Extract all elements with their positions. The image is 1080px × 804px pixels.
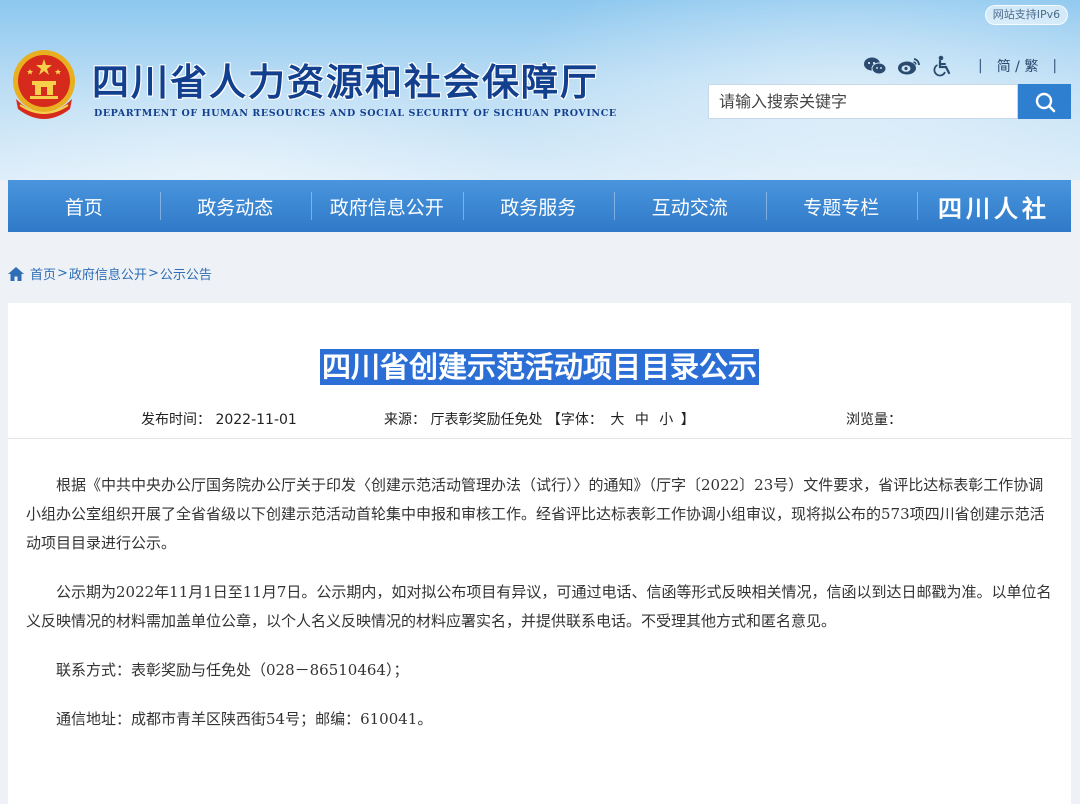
nav-item-services[interactable]: 政务服务 bbox=[462, 180, 615, 232]
search-icon bbox=[1035, 92, 1055, 112]
article-paragraph: 根据《中共中央办公厅国务院办公厅关于印发〈创建示范活动管理办法（试行）〉的通知》… bbox=[26, 476, 1045, 552]
breadcrumb-separator: > bbox=[147, 266, 159, 281]
article-container: 四川省创建示范活动项目目录公示 发布时间： 2022-11-01 来源： 厅表彰… bbox=[8, 303, 1071, 804]
font-size-close: 】 bbox=[680, 412, 695, 428]
language-switch[interactable]: 简 / 繁 bbox=[997, 56, 1039, 76]
main-nav: 首页 政务动态 政府信息公开 政务服务 互动交流 专题专栏 四川人社 bbox=[8, 180, 1071, 232]
source-label: 来源： bbox=[384, 412, 426, 428]
weibo-icon[interactable] bbox=[896, 54, 922, 78]
national-emblem-icon bbox=[13, 50, 75, 119]
publish-date: 发布时间： 2022-11-01 bbox=[141, 409, 297, 429]
nav-logo-sichuan-hrss[interactable]: 四川人社 bbox=[917, 180, 1071, 232]
font-size-medium[interactable]: 中 bbox=[635, 412, 649, 428]
tools-separator: | bbox=[1052, 58, 1058, 74]
home-icon bbox=[8, 266, 24, 281]
nav-item-info-disclosure[interactable]: 政府信息公开 bbox=[311, 180, 463, 232]
view-count-label: 浏览量： bbox=[846, 412, 902, 428]
article-title: 四川省创建示范活动项目目录公示 bbox=[8, 344, 1071, 386]
font-size-large[interactable]: 大 bbox=[610, 412, 624, 428]
nav-item-special-topics[interactable]: 专题专栏 bbox=[765, 180, 918, 232]
site-subtitle: DEPARTMENT OF HUMAN RESOURCES AND SOCIAL… bbox=[94, 108, 617, 119]
header-tools: | 简 / 繁 | bbox=[862, 54, 1071, 78]
nav-item-news[interactable]: 政务动态 bbox=[159, 180, 312, 232]
publish-date-value: 2022-11-01 bbox=[215, 412, 297, 428]
search-box bbox=[708, 84, 1018, 119]
meta-divider bbox=[8, 438, 1071, 439]
breadcrumb-info-disclosure[interactable]: 政府信息公开 bbox=[69, 264, 147, 283]
source-value: 厅表彰奖励任免处 bbox=[430, 412, 543, 428]
nav-item-interaction[interactable]: 互动交流 bbox=[614, 180, 766, 232]
article-paragraph: 通信地址：成都市青羊区陕西街54号；邮编：610041。 bbox=[56, 710, 433, 728]
font-size-small[interactable]: 小 bbox=[659, 412, 673, 428]
view-count: 浏览量： bbox=[846, 409, 902, 429]
search-button[interactable] bbox=[1018, 84, 1071, 119]
article-body: 根据《中共中央办公厅国务院办公厅关于印发〈创建示范活动管理办法（试行）〉的通知》… bbox=[26, 471, 1056, 754]
accessibility-icon[interactable] bbox=[930, 54, 956, 78]
tools-separator: | bbox=[978, 58, 983, 74]
ipv6-badge: 网站支持IPv6 bbox=[985, 5, 1068, 25]
breadcrumb-home[interactable]: 首页 bbox=[30, 264, 56, 283]
article-paragraph: 联系方式：表彰奖励与任免处（028－86510464）； bbox=[56, 661, 409, 679]
breadcrumb: 首页 > 政府信息公开 > 公示公告 bbox=[8, 264, 212, 283]
font-size-label: 【字体： bbox=[546, 412, 603, 428]
article-source: 来源： 厅表彰奖励任免处 【字体： 大 中 小 】 bbox=[384, 409, 695, 429]
breadcrumb-announcements[interactable]: 公示公告 bbox=[160, 264, 212, 283]
breadcrumb-separator: > bbox=[57, 266, 68, 281]
article-title-text: 四川省创建示范活动项目目录公示 bbox=[319, 349, 759, 385]
wechat-icon[interactable] bbox=[862, 54, 888, 78]
nav-item-home[interactable]: 首页 bbox=[8, 180, 160, 232]
article-paragraph: 公示期为2022年11月1日至11月7日。公示期内，如对拟公布项目有异议，可通过… bbox=[26, 583, 1052, 630]
site-title: 四川省人力资源和社会保障厅 bbox=[92, 60, 599, 104]
search-input[interactable] bbox=[709, 85, 1017, 118]
publish-date-label: 发布时间： bbox=[141, 412, 211, 428]
font-size-switch: 【字体： 大 中 小 】 bbox=[547, 412, 695, 428]
